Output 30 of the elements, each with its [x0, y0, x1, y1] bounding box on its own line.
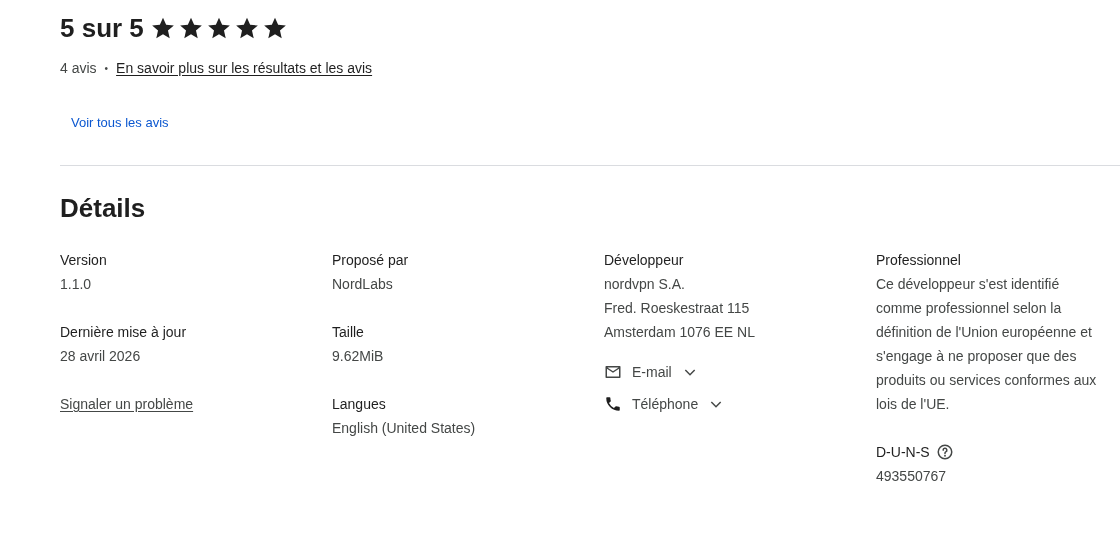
field-value: 9.62MiB [332, 347, 385, 366]
field-label: Taille [332, 323, 364, 342]
field-value: English (United States) [332, 419, 477, 438]
field-value: Fred. Roeskestraat 115 [604, 299, 751, 318]
see-all-reviews-button[interactable]: Voir tous les avis [60, 105, 180, 141]
field-label: Dernière mise à jour [60, 323, 187, 342]
section-title: Détails [60, 192, 147, 225]
field-label: Professionnel [876, 251, 961, 270]
help-icon[interactable] [935, 443, 954, 461]
field-value: nordvpn S.A. [604, 275, 686, 294]
field-value: 493550767 [876, 467, 948, 486]
field-label: D-U-N-S [876, 443, 930, 462]
field-value: 1.1.0 [60, 275, 93, 294]
contact-toggle[interactable]: Téléphone [604, 392, 725, 416]
rating-title: 5 sur 5 [60, 12, 144, 45]
envelope-icon [604, 363, 622, 381]
learn-more-link[interactable]: En savoir plus sur les résultats et les avis [116, 58, 373, 79]
contact-toggle[interactable]: E-mail [604, 360, 698, 384]
phone-icon [604, 395, 622, 413]
field-value: Amsterdam 1076 EE NL [604, 323, 756, 342]
report-problem-link[interactable]: Signaler un problème [60, 396, 194, 412]
review-count: 4 avis [60, 59, 97, 78]
field-description: Ce développeur s'est identifié comme professionnel selon la définition de l'Union européenne et s'engage à ne proposer que des produits ou services conformes aux lois de l'UE. [876, 275, 1098, 414]
field-value: NordLabs [332, 275, 394, 294]
field-label: Développeur [604, 251, 684, 270]
field-label: Proposé par [332, 251, 409, 270]
separator-dot: • [104, 62, 109, 76]
field-value: 28 avril 2026 [60, 347, 142, 366]
field-label: Version [60, 251, 107, 270]
field-label: Langues [332, 395, 386, 414]
